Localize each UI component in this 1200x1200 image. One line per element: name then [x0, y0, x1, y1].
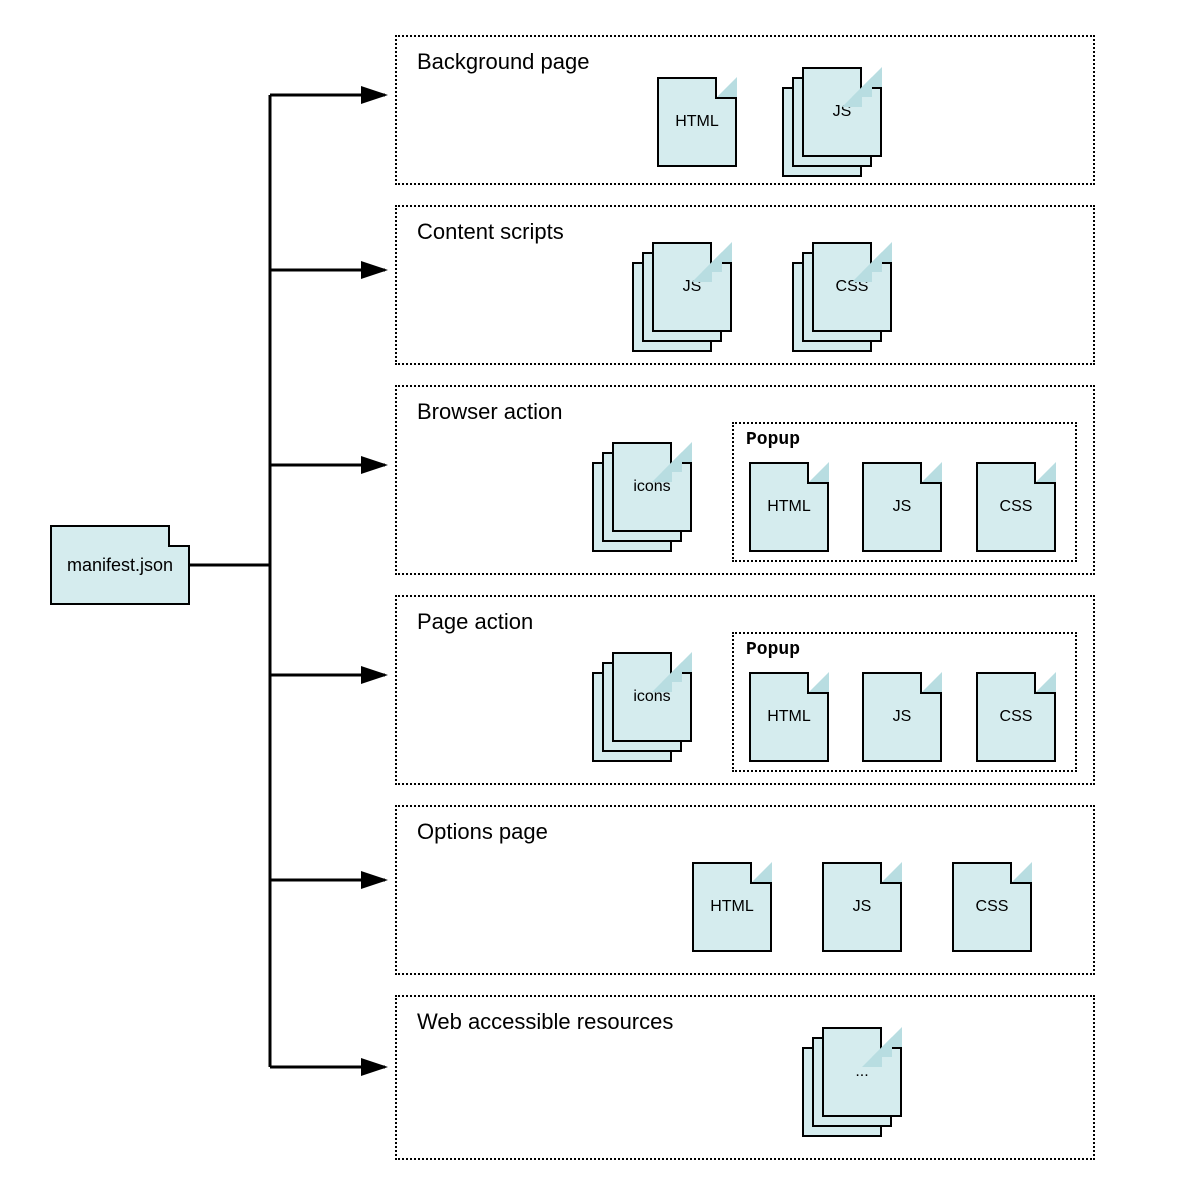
popup-box: Popup HTML JS CSS: [732, 422, 1077, 562]
file-label: JS: [893, 498, 912, 516]
section-page-action: Page action icons Popup HTML JS CSS: [395, 595, 1095, 785]
manifest-label: manifest.json: [67, 555, 173, 576]
section-title: Options page: [417, 819, 1077, 845]
section-web-accessible-resources: Web accessible resources ...: [395, 995, 1095, 1160]
file-label: JS: [893, 708, 912, 726]
file-css-icon: CSS: [976, 462, 1056, 552]
file-css-stack: CSS: [792, 242, 892, 352]
section-title: Content scripts: [417, 219, 1077, 245]
file-label: HTML: [767, 708, 811, 726]
file-js-stack: JS: [632, 242, 732, 352]
file-label: HTML: [710, 898, 754, 916]
file-generic-stack: ...: [802, 1027, 902, 1137]
section-content-scripts: Content scripts JS CSS: [395, 205, 1095, 365]
file-label: CSS: [976, 898, 1009, 916]
file-label: CSS: [1000, 708, 1033, 726]
manifest-file-icon: manifest.json: [50, 525, 190, 605]
file-js-icon: JS: [822, 862, 902, 952]
section-title: Background page: [417, 49, 1077, 75]
file-js-icon: JS: [862, 672, 942, 762]
file-css-icon: CSS: [952, 862, 1032, 952]
diagram-canvas: manifest.json Background page HTML: [0, 0, 1200, 1200]
popup-title: Popup: [746, 640, 1067, 660]
file-html-icon: HTML: [749, 672, 829, 762]
file-js-icon: JS: [862, 462, 942, 552]
section-browser-action: Browser action icons Popup HTML JS CSS: [395, 385, 1095, 575]
file-js-stack: JS: [782, 67, 882, 177]
popup-box: Popup HTML JS CSS: [732, 632, 1077, 772]
section-title: Web accessible resources: [417, 1009, 1077, 1035]
popup-title: Popup: [746, 430, 1067, 450]
file-label: HTML: [767, 498, 811, 516]
file-html-icon: HTML: [692, 862, 772, 952]
section-background-page: Background page HTML JS: [395, 35, 1095, 185]
file-label: HTML: [675, 113, 719, 131]
file-css-icon: CSS: [976, 672, 1056, 762]
file-label: CSS: [1000, 498, 1033, 516]
file-html-icon: HTML: [657, 77, 737, 167]
section-options-page: Options page HTML JS CSS: [395, 805, 1095, 975]
file-label: JS: [853, 898, 872, 916]
file-html-icon: HTML: [749, 462, 829, 552]
file-icons-stack: icons: [592, 442, 692, 552]
file-icons-stack: icons: [592, 652, 692, 762]
